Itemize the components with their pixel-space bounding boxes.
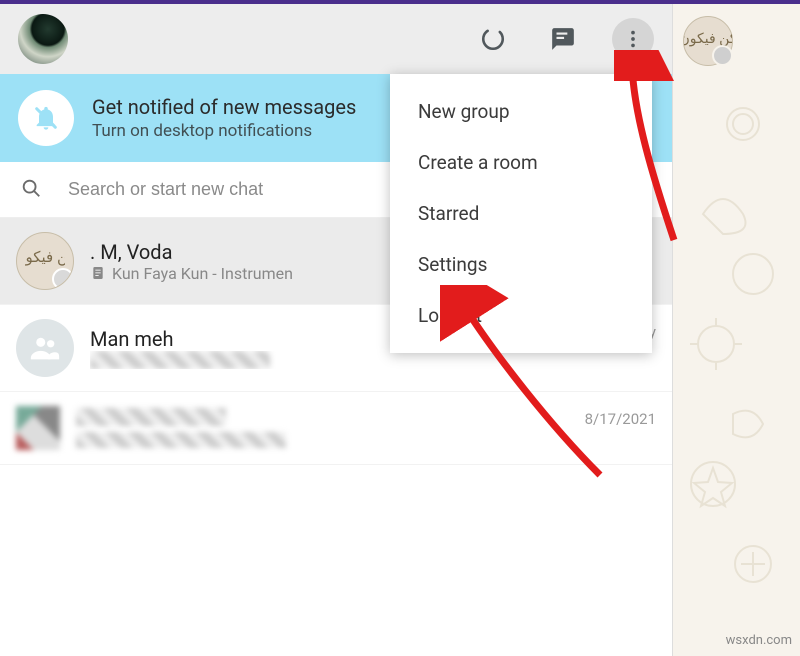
notification-subtitle: Turn on desktop notifications — [92, 121, 356, 141]
new-chat-icon[interactable] — [542, 18, 584, 60]
contact-avatar: كن فيكون — [16, 232, 74, 290]
menu-item-new-group[interactable]: New group — [390, 86, 652, 137]
left-panel: Get notified of new messages Turn on des… — [0, 4, 673, 656]
dropdown-menu: New group Create a room Starred Settings… — [390, 74, 652, 353]
app-container: Get notified of new messages Turn on des… — [0, 4, 800, 656]
right-panel-avatar[interactable]: كن فيكون — [683, 16, 733, 66]
menu-item-starred[interactable]: Starred — [390, 188, 652, 239]
svg-text:كن فيكون: كن فيكون — [684, 32, 732, 47]
status-icon[interactable] — [472, 18, 514, 60]
menu-button[interactable] — [612, 18, 654, 60]
search-icon — [20, 177, 42, 203]
notification-title: Get notified of new messages — [92, 95, 356, 119]
header-icon-group — [472, 18, 654, 60]
menu-item-create-room[interactable]: Create a room — [390, 137, 652, 188]
more-vertical-icon — [622, 28, 644, 50]
panel-header — [0, 4, 672, 74]
notification-text: Get notified of new messages Turn on des… — [92, 95, 356, 141]
doodle-background — [673, 74, 800, 654]
bell-icon — [18, 90, 74, 146]
user-avatar[interactable] — [18, 14, 68, 64]
chat-item[interactable]: 8/17/2021 — [0, 392, 672, 465]
chat-time: 8/17/2021 — [585, 406, 656, 428]
blurred-avatar — [16, 406, 60, 450]
blurred-text — [76, 408, 226, 426]
document-icon — [90, 265, 106, 281]
watermark: wsxdn.com — [726, 633, 792, 648]
menu-item-log-out[interactable]: Log out — [390, 290, 652, 341]
chat-subtitle — [90, 351, 578, 369]
menu-item-settings[interactable]: Settings — [390, 239, 652, 290]
avatar-script-icon: كن فيكون — [684, 17, 732, 65]
group-avatar — [16, 319, 74, 377]
blurred-text — [76, 432, 286, 448]
blurred-text — [90, 351, 270, 369]
svg-text:كن فيكون: كن فيكون — [25, 250, 65, 266]
right-panel: كن فيكون — [673, 4, 800, 656]
chat-info — [76, 408, 569, 448]
chat-subtitle-text: Kun Faya Kun - Instrumen — [112, 264, 293, 283]
